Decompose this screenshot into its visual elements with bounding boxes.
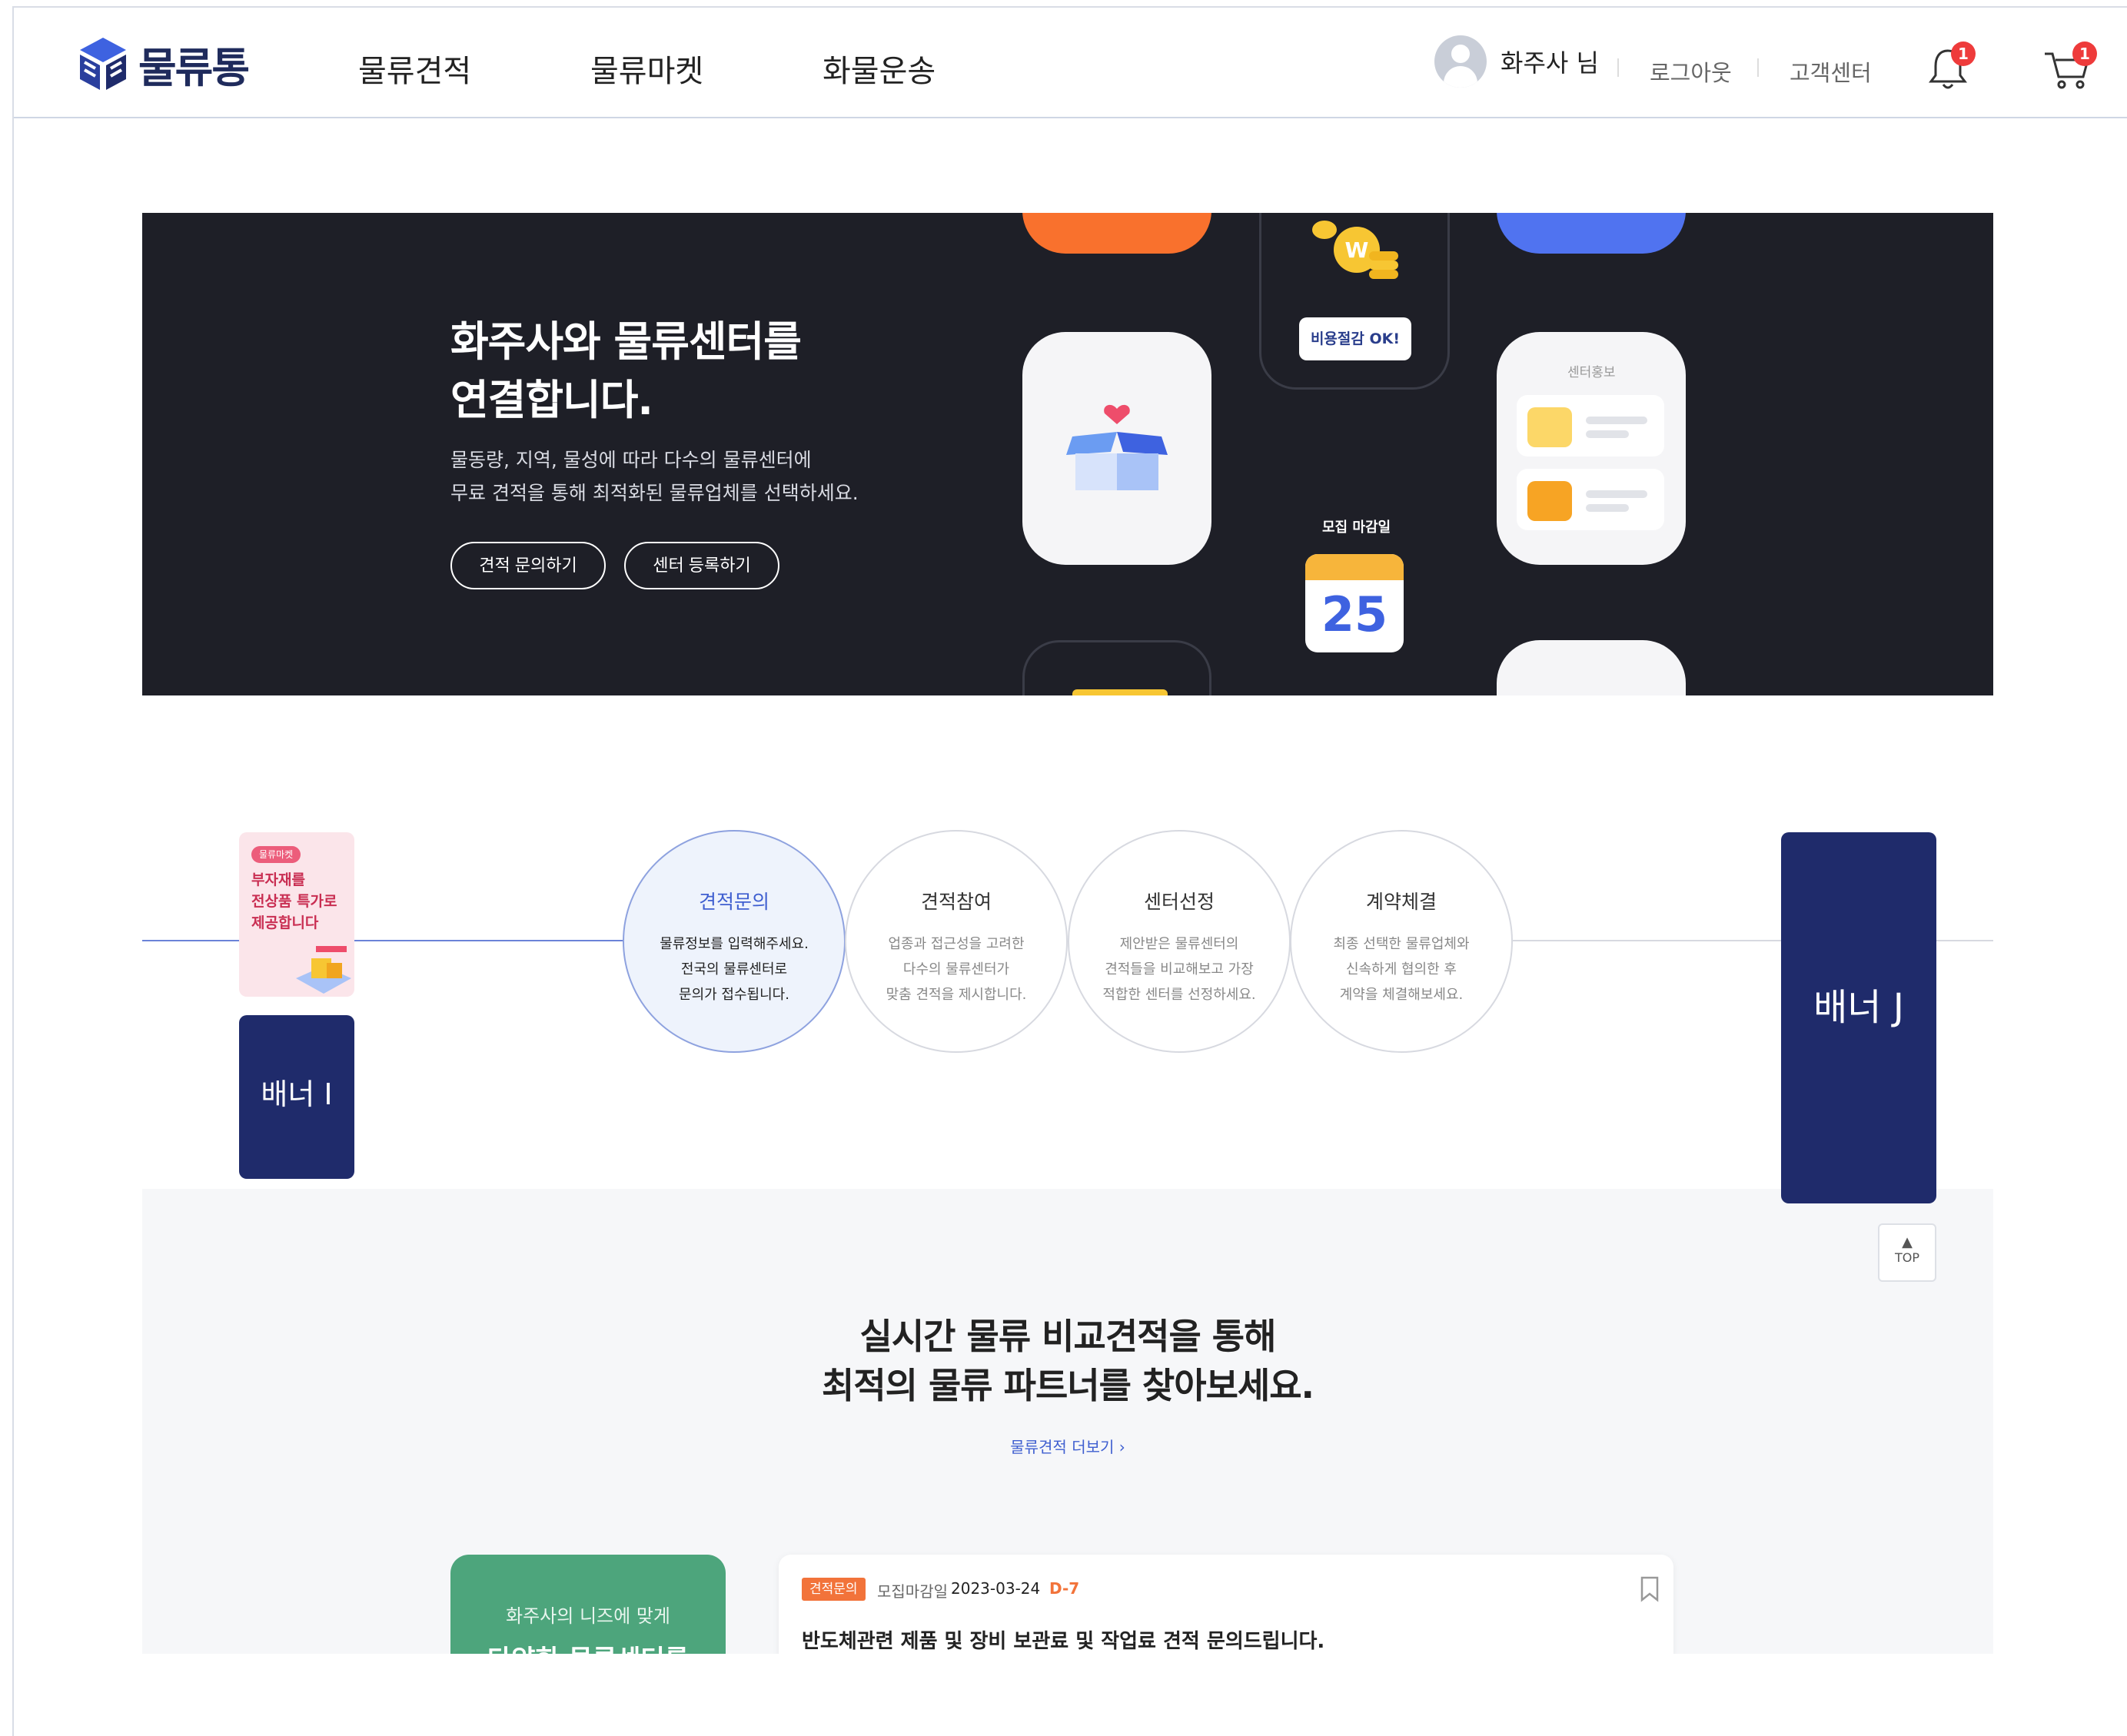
more-quotes-link[interactable]: 물류견적 더보기 › (142, 1435, 1993, 1457)
center-promo-card: 센터홍보 (1497, 332, 1686, 565)
white-card (1497, 640, 1686, 695)
dday-badge: D-7 (1049, 1579, 1080, 1598)
notification-badge: 1 (1951, 41, 1976, 66)
deadline-label: 모집 마감일 (1322, 519, 1391, 536)
center-register-button[interactable]: 센터 등록하기 (624, 542, 779, 589)
top-label: TOP (1894, 1250, 1919, 1265)
market-tag: 물류마켓 (251, 846, 301, 863)
step-desc: 최종 선택한 물류업체와 신속하게 협의한 후 계약을 체결해보세요. (1333, 936, 1470, 1003)
quote-tag: 견적문의 (802, 1578, 866, 1601)
placeholder-line (1586, 430, 1629, 438)
warehouse-icon (1527, 481, 1572, 521)
logo-icon (80, 37, 126, 90)
process-step-select: 센터선정 제안받은 물류센터의 견적들을 비교해보고 가장 적합한 센터를 선정… (1068, 830, 1291, 1053)
more-quotes-label: 물류견적 더보기 (1010, 1438, 1115, 1456)
svg-text:W: W (1345, 237, 1369, 263)
step-title: 센터선정 (1143, 891, 1215, 913)
step-desc: 물류정보를 입력해주세요. 전국의 물류센터로 문의가 접수됩니다. (660, 936, 809, 1003)
logout-link[interactable]: 로그아웃 (1650, 55, 1732, 88)
process-line-left (142, 940, 623, 941)
step-desc: 제안받은 물류센터의 견적들을 비교해보고 가장 적합한 센터를 선정하세요. (1102, 936, 1256, 1003)
calendar-header (1305, 554, 1404, 580)
gift-box-icon (1066, 404, 1168, 490)
outline-card (1022, 640, 1211, 695)
nav-logistics-quote[interactable]: 물류견적 (358, 46, 471, 91)
step-desc: 업종과 접근성을 고려한 다수의 물류센터가 맞춤 견적을 제시합니다. (886, 936, 1027, 1003)
cost-saving-label: 비용절감 OK! (1299, 317, 1411, 360)
nav-freight[interactable]: 화물운송 (823, 46, 936, 91)
banner-j[interactable]: 배너 J (1781, 832, 1936, 1203)
step-title: 견적참여 (920, 891, 992, 913)
deadline-date: 2023-03-24 (951, 1579, 1041, 1598)
hero-subtitle: 물동량, 지역, 물성에 따라 다수의 물류센터에 무료 견적을 통해 최적화된… (450, 449, 859, 504)
deadline-meta-label: 모집마감일 (877, 1582, 948, 1601)
hero-banner: 화주사와 물류센터를 연결합니다. 물동량, 지역, 물성에 따라 다수의 물류… (142, 213, 1993, 695)
chevron-right-icon: › (1118, 1438, 1125, 1456)
banner-i-label: 배너 I (261, 1077, 333, 1111)
top-header: 물류통 물류견적 물류마켓 화물운송 화주사 님 로그아웃 고객센터 1 1 (14, 8, 2127, 118)
promo-green-card[interactable]: 화주사의 니즈에 맞게 다양한 물류센터를 (450, 1555, 726, 1654)
nav-logistics-market[interactable]: 물류마켓 (590, 46, 703, 91)
section-title: 실시간 물류 비교견적을 통해 최적의 물류 파트너를 찾아보세요. (822, 1316, 1314, 1406)
arrow-up-icon: ▲ (1902, 1234, 1913, 1250)
blue-card (1497, 213, 1686, 254)
cart-button[interactable]: 1 (2042, 41, 2097, 95)
placeholder-line (1586, 490, 1647, 498)
calendar: 25 (1305, 554, 1404, 652)
banner-j-label: 배너 J (1813, 986, 1904, 1029)
market-promo-text: 부자재를 전상품 특가로 제공합니다 (251, 871, 337, 931)
calendar-day: 25 (1321, 586, 1388, 642)
quote-card[interactable]: 견적문의 모집마감일 2023-03-24 D-7 반도체관련 제품 및 장비 … (779, 1555, 1673, 1654)
placeholder-line (1586, 417, 1647, 424)
gift-card (1022, 332, 1211, 565)
center-promo-title: 센터홍보 (1567, 365, 1616, 380)
logo[interactable]: 물류통 (77, 34, 250, 95)
step-title: 견적문의 (698, 891, 769, 913)
orange-card (1022, 213, 1211, 254)
bookmark-icon[interactable] (1640, 1576, 1660, 1602)
user-profile[interactable]: 화주사 님 (1434, 35, 1599, 88)
support-link[interactable]: 고객센터 (1790, 55, 1872, 88)
green-card-line2: 다양한 물류센터를 (450, 1638, 726, 1654)
banner-i[interactable]: 배너 I (239, 1015, 354, 1179)
market-promo-banner[interactable]: 물류마켓 부자재를 전상품 특가로 제공합니다 (239, 832, 354, 997)
hero-title: 화주사와 물류센터를 연결합니다. (450, 317, 802, 424)
placeholder-line (1586, 504, 1629, 512)
quote-section: 실시간 물류 비교견적을 통해 최적의 물류 파트너를 찾아보세요. 물류견적 … (142, 1189, 1993, 1654)
boxes-icon (296, 946, 351, 994)
cart-badge: 1 (2072, 41, 2097, 66)
notification-button[interactable]: 1 (1926, 41, 1976, 95)
avatar (1434, 35, 1487, 88)
promo-row (1517, 395, 1664, 456)
process-step-contract: 계약체결 최종 선택한 물류업체와 신속하게 협의한 후 계약을 체결해보세요. (1290, 830, 1513, 1053)
warehouse-icon (1527, 407, 1572, 447)
divider (1757, 58, 1759, 77)
process-step-participate: 견적참여 업종과 접근성을 고려한 다수의 물류센터가 맞춤 견적을 제시합니다… (845, 830, 1068, 1053)
user-name: 화주사 님 (1501, 48, 1599, 78)
yellow-bar (1072, 689, 1168, 695)
green-card-line1: 화주사의 니즈에 맞게 (506, 1605, 670, 1627)
divider (1617, 58, 1619, 77)
logo-text: 물류통 (138, 44, 250, 92)
promo-row (1517, 469, 1664, 530)
quote-title: 반도체관련 제품 및 장비 보관료 및 작업료 견적 문의드립니다. (802, 1630, 1325, 1653)
process-step-quote: 견적문의 물류정보를 입력해주세요. 전국의 물류센터로 문의가 접수됩니다. (623, 830, 846, 1053)
step-title: 계약체결 (1365, 891, 1437, 913)
quote-inquiry-button[interactable]: 견적 문의하기 (450, 542, 606, 589)
coins-icon: W (1312, 221, 1398, 279)
scroll-top-button[interactable]: ▲ TOP (1878, 1223, 1936, 1282)
